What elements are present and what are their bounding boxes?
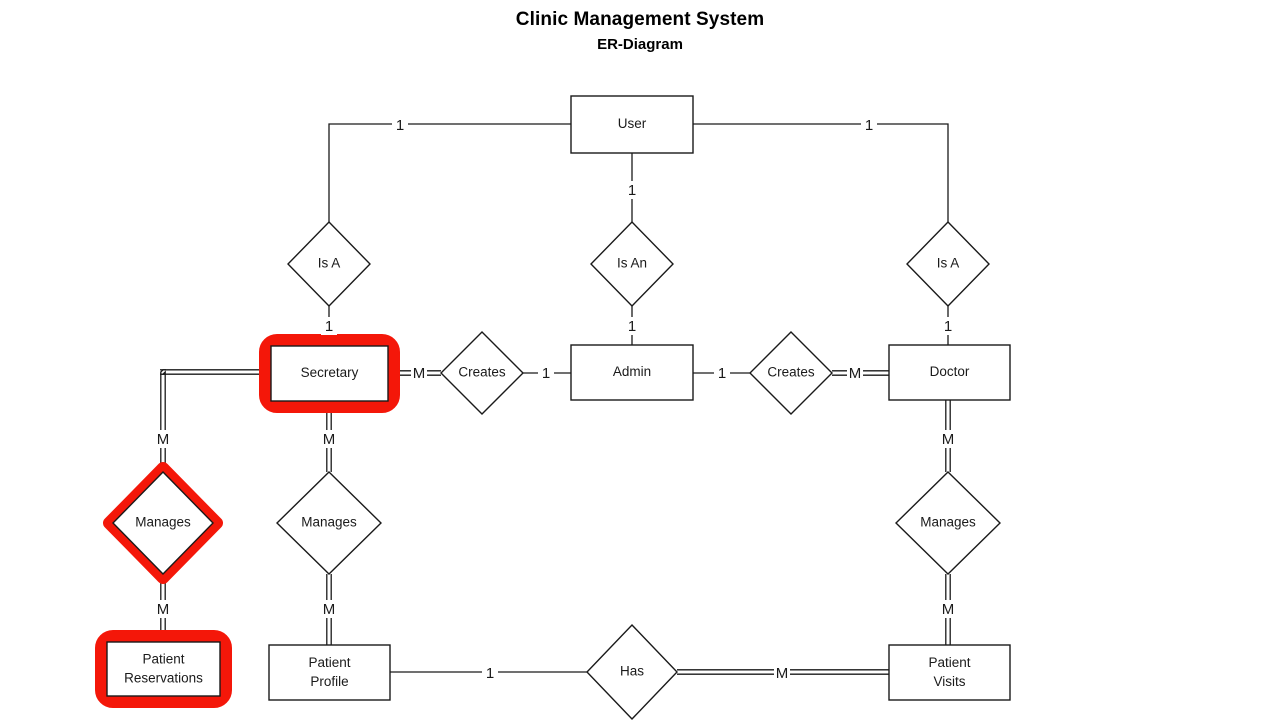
relationship-is_a_left[interactable]: Is A <box>287 220 371 308</box>
cardinality-card-user-left: 1 <box>392 116 408 134</box>
cardinality-card-creates-doctor: M <box>847 364 863 382</box>
cardinality-card-user-middle: 1 <box>624 181 640 199</box>
er-diagram-canvas: User Secretary Admin Doctor Patient Reservati… <box>95 95 1011 720</box>
cardinality-label: M <box>942 601 955 618</box>
cardinality-card-isa-left-bottom: 1 <box>321 317 337 335</box>
relationship-label: Is A <box>937 256 960 271</box>
entity-label-line2: Profile <box>310 674 348 689</box>
entity-patient_profile[interactable]: Patient Profile <box>268 644 391 701</box>
cardinality-card-doctor-manages: M <box>940 430 956 448</box>
cardinality-card-manages-mid-profile: M <box>321 600 337 618</box>
connector-user-to-isa-left <box>328 123 571 222</box>
entity-label: User <box>618 116 647 131</box>
relationship-label: Manages <box>301 515 357 530</box>
entity-label-line2: Visits <box>933 674 965 689</box>
cardinality-card-manages-left-reservations: M <box>155 600 171 618</box>
cardinality-card-secretary-manages-left: M <box>155 430 171 448</box>
cardinality-card-user-right: 1 <box>861 116 877 134</box>
relationship-label: Manages <box>135 515 191 530</box>
cardinality-label: M <box>323 431 336 448</box>
entity-label: Secretary <box>301 365 359 380</box>
cardinality-label: M <box>157 431 170 448</box>
entity-user[interactable]: User <box>570 95 694 154</box>
relationship-manages_left[interactable]: Manages <box>112 471 214 575</box>
cardinality-label: M <box>942 431 955 448</box>
relationship-label: Is An <box>617 256 647 271</box>
relationship-manages_middle[interactable]: Manages <box>276 471 382 575</box>
cardinality-label: 1 <box>486 665 494 682</box>
relationship-label: Has <box>620 664 644 679</box>
cardinality-card-isan-bottom: 1 <box>624 317 640 335</box>
relationship-label: Is A <box>318 256 341 271</box>
entity-label: Admin <box>613 364 651 379</box>
connector-user-to-isa-right <box>693 123 949 222</box>
relationship-creates_right[interactable]: Creates <box>749 331 833 415</box>
entity-label-line1: Patient <box>308 655 350 670</box>
entity-label: Doctor <box>930 364 970 379</box>
entity-label-line1: Patient <box>928 655 970 670</box>
relationship-label: Creates <box>458 365 506 380</box>
relationship-label: Creates <box>767 365 815 380</box>
cardinality-card-creates-admin: 1 <box>538 364 554 382</box>
cardinality-label: M <box>776 665 789 682</box>
cardinality-label: M <box>849 365 862 382</box>
cardinality-card-admin-creates: 1 <box>714 364 730 382</box>
cardinality-card-manages-visits: M <box>940 600 956 618</box>
cardinality-card-secretary-manages-mid: M <box>321 430 337 448</box>
relationship-is_an_middle[interactable]: Is An <box>590 220 674 308</box>
cardinality-label: M <box>323 601 336 618</box>
entity-secretary[interactable]: Secretary <box>270 345 389 402</box>
entity-patient_reservations[interactable]: Patient Reservations <box>106 641 221 697</box>
cardinality-card-secretary-creates: M <box>411 364 427 382</box>
cardinality-card-has-visits: M <box>774 664 790 682</box>
cardinality-label: 1 <box>325 318 333 335</box>
er-diagram-page: Clinic Management System ER-Diagram User… <box>0 0 1280 720</box>
cardinality-label: 1 <box>718 365 726 382</box>
entity-label-line1: Patient <box>142 652 184 667</box>
entity-patient_visits[interactable]: Patient Visits <box>888 644 1011 701</box>
relationship-has_bottom[interactable]: Has <box>586 623 678 720</box>
entity-doctor[interactable]: Doctor <box>888 344 1011 401</box>
cardinality-label: 1 <box>628 318 636 335</box>
shape-layer: User Secretary Admin Doctor Patient Reservati… <box>106 95 1011 720</box>
cardinality-label: 1 <box>865 117 873 134</box>
relationship-manages_right[interactable]: Manages <box>895 471 1001 575</box>
cardinality-label: 1 <box>396 117 404 134</box>
connector-secretary-to-manages-left <box>160 369 271 472</box>
cardinality-card-profile-has: 1 <box>482 664 498 682</box>
entity-admin[interactable]: Admin <box>570 344 694 401</box>
entity-label-line2: Reservations <box>124 671 203 686</box>
relationship-is_a_right[interactable]: Is A <box>906 220 990 308</box>
cardinality-label: M <box>157 601 170 618</box>
cardinality-label: 1 <box>944 318 952 335</box>
relationship-label: Manages <box>920 515 976 530</box>
cardinality-card-isa-right-bottom: 1 <box>940 317 956 335</box>
cardinality-label: 1 <box>542 365 550 382</box>
relationship-creates_left[interactable]: Creates <box>440 331 524 415</box>
cardinality-label: 1 <box>628 182 636 199</box>
cardinality-label: M <box>413 365 426 382</box>
